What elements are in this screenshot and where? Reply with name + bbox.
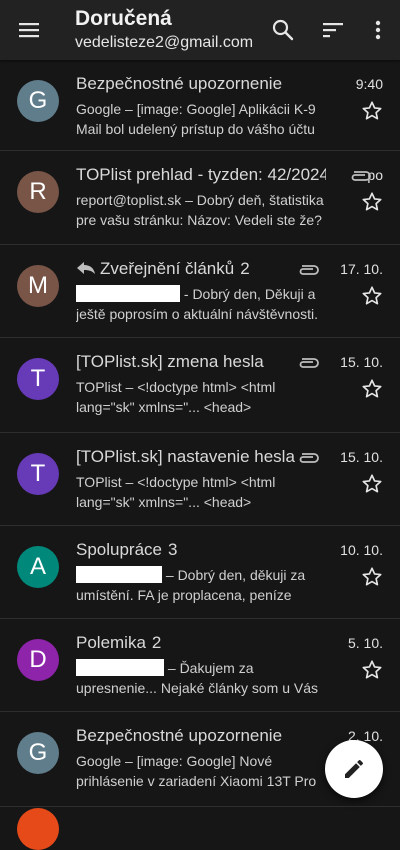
app-bar: Doručená vedelisteze2@gmail.com	[0, 0, 400, 60]
message-row[interactable]: D Polemika 2 5. 10. – Ďakujem za upresnenie…	[0, 619, 400, 712]
message-date: 5. 10.	[347, 635, 383, 651]
search-icon[interactable]	[270, 17, 296, 43]
avatar[interactable]: D	[17, 639, 59, 681]
redacted-sender	[76, 566, 162, 583]
message-subject: [TOPlist.sk] zmena hesla	[76, 352, 326, 372]
avatar[interactable]: R	[17, 171, 59, 213]
sort-icon[interactable]	[320, 17, 346, 43]
message-subject-text: [TOPlist.sk] zmena hesla	[76, 352, 264, 371]
folder-title: Doručená	[75, 7, 172, 30]
attachment-icon	[299, 265, 319, 275]
star-outline-icon[interactable]	[361, 473, 383, 495]
message-row[interactable]: T [TOPlist.sk] zmena hesla 15. 10. TOPlist …	[0, 338, 400, 433]
message-subject-text: Spolupráce	[76, 540, 163, 559]
avatar[interactable]: A	[17, 546, 59, 588]
message-preview-text: TOPlist – <!doctype html> <html lang="sk…	[76, 379, 276, 415]
message-preview: TOPlist – <!doctype html> <html lang="sk…	[76, 377, 336, 417]
message-date: 15. 10.	[340, 449, 383, 465]
message-preview-text: report@toplist.sk – Dobrý deň, štatistik…	[76, 192, 324, 228]
message-date: 9:40	[355, 76, 383, 92]
message-preview-text: TOPlist – <!doctype html> <html lang="sk…	[76, 474, 276, 510]
message-subject: Bezpečnostné upozornenie	[76, 74, 326, 94]
message-row[interactable]: A Spolupráce 3 10. 10. – Dobrý den, děkuji …	[0, 526, 400, 619]
redacted-sender	[76, 659, 164, 676]
avatar[interactable]: G	[17, 80, 59, 122]
message-date: 17. 10.	[340, 261, 383, 277]
pencil-icon	[345, 759, 363, 778]
folder-title-block[interactable]: Doručená vedelisteze2@gmail.com	[75, 6, 260, 54]
message-row[interactable]: M Zveřejnění článků 2 17. 10. - Dobrý den, …	[0, 245, 400, 338]
menu-icon[interactable]	[18, 19, 40, 41]
message-subject-text: Zveřejnění článků	[100, 259, 235, 278]
attachment-icon	[299, 358, 319, 368]
star-outline-icon[interactable]	[361, 378, 383, 400]
star-outline-icon[interactable]	[361, 659, 383, 681]
star-outline-icon[interactable]	[361, 100, 383, 122]
message-preview: report@toplist.sk – Dobrý deň, štatistik…	[76, 190, 336, 230]
avatar	[17, 808, 59, 850]
star-outline-icon[interactable]	[361, 191, 383, 213]
reply-icon	[77, 262, 95, 274]
compose-button[interactable]	[325, 740, 383, 798]
message-subject: TOPlist prehlad - tyzden: 42/2024	[76, 165, 326, 185]
message-subject: Bezpečnostné upozornenie	[76, 726, 326, 746]
thread-count: 2	[151, 633, 162, 652]
message-subject-text: Bezpečnostné upozornenie	[76, 74, 283, 93]
message-date: 10. 10.	[340, 542, 383, 558]
message-list: G Bezpečnostné upozornenie 9:40 Google – [i…	[0, 60, 400, 807]
redacted-sender	[76, 285, 180, 302]
message-preview: - Dobrý den, Děkuji a ještě poprosím o a…	[76, 284, 336, 324]
more-vert-icon[interactable]	[365, 17, 391, 43]
message-date: 15. 10.	[340, 354, 383, 370]
message-row[interactable]: G Bezpečnostné upozornenie 9:40 Google – [i…	[0, 60, 400, 151]
message-preview: – Ďakujem za upresnenie... Nejaké články…	[76, 658, 336, 698]
star-outline-icon[interactable]	[361, 285, 383, 307]
message-preview: Google – [image: Google] Nové prihláseni…	[76, 751, 336, 791]
message-subject: Polemika 2	[76, 633, 326, 653]
message-subject-text: [TOPlist.sk] nastavenie hesla	[76, 447, 295, 466]
message-preview: – Dobrý den, děkuji za umístění. FA je p…	[76, 565, 336, 605]
message-subject-text: TOPlist prehlad - tyzden: 42/2024	[76, 165, 326, 184]
attachment-icon	[351, 171, 371, 181]
message-subject: [TOPlist.sk] nastavenie hesla	[76, 447, 326, 467]
avatar[interactable]: M	[17, 265, 59, 307]
message-preview-text: Google – [image: Google] Aplikácii K-9 M…	[76, 101, 316, 137]
thread-count: 2	[240, 259, 250, 278]
account-email: vedelisteze2@gmail.com	[75, 34, 254, 51]
attachment-icon	[299, 453, 319, 463]
message-preview: Google – [image: Google] Aplikácii K-9 M…	[76, 99, 336, 139]
message-row[interactable]: R TOPlist prehlad - tyzden: 42/2024 po repo…	[0, 151, 400, 245]
message-subject: Zveřejnění článků 2	[76, 259, 326, 279]
message-subject-text: Polemika	[76, 633, 146, 652]
star-outline-icon[interactable]	[361, 566, 383, 588]
avatar[interactable]: G	[17, 732, 59, 774]
message-row[interactable]: T [TOPlist.sk] nastavenie hesla 15. 10. TOP…	[0, 433, 400, 526]
message-preview: TOPlist – <!doctype html> <html lang="sk…	[76, 472, 336, 512]
avatar[interactable]: T	[17, 453, 59, 495]
message-preview-text: Google – [image: Google] Nové prihláseni…	[76, 753, 317, 789]
thread-count: 3	[168, 540, 178, 559]
avatar[interactable]: T	[17, 358, 59, 400]
message-subject-text: Bezpečnostné upozornenie	[76, 726, 283, 745]
message-subject: Spolupráce 3	[76, 540, 326, 560]
